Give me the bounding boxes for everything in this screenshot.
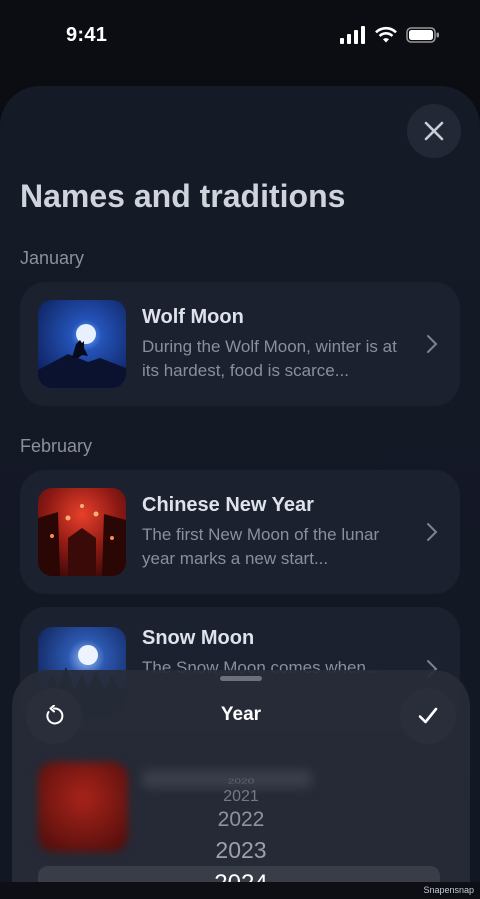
year-option[interactable]: 2020	[12, 777, 470, 785]
chevron-right-icon	[422, 522, 442, 542]
battery-icon	[406, 27, 439, 43]
bottom-bar	[0, 882, 480, 899]
confirm-button[interactable]	[400, 688, 456, 744]
card-text: Chinese New Year The first New Moon of t…	[142, 494, 422, 571]
chevron-right-icon	[422, 334, 442, 354]
year-option[interactable]: 2022	[12, 808, 470, 832]
close-icon	[424, 121, 444, 141]
signal-icon	[340, 26, 365, 44]
chinese-new-year-image	[38, 488, 126, 576]
wolf-moon-image	[38, 300, 126, 388]
wifi-icon	[375, 26, 397, 43]
checkmark-icon	[418, 707, 438, 724]
status-bar: 9:41	[0, 0, 480, 70]
page-title: Names and traditions	[20, 178, 346, 214]
card-title: Snow Moon	[142, 627, 255, 649]
year-picker-sheet: Year 2020 2021 2022 2023 2024	[12, 670, 470, 899]
watermark: Snapensnap	[423, 885, 474, 895]
sheet-grabber[interactable]	[220, 676, 262, 681]
year-option[interactable]: 2023	[12, 837, 470, 864]
section-label-february: February	[20, 436, 93, 456]
status-icons	[340, 26, 440, 44]
status-time: 9:41	[66, 23, 108, 46]
card-description: During the Wolf Moon, winter is at its h…	[142, 336, 397, 380]
close-button[interactable]	[407, 104, 461, 158]
card-wolf-moon[interactable]: Wolf Moon During the Wolf Moon, winter i…	[20, 282, 460, 406]
card-description: The first New Moon of the lunar year mar…	[142, 524, 380, 568]
card-chinese-new-year[interactable]: Chinese New Year The first New Moon of t…	[20, 470, 460, 594]
year-option[interactable]: 2021	[12, 788, 470, 806]
card-text: Wolf Moon During the Wolf Moon, winter i…	[142, 306, 422, 383]
card-title: Chinese New Year	[142, 493, 314, 516]
card-title: Wolf Moon	[142, 305, 244, 328]
section-label-january: January	[20, 248, 85, 268]
